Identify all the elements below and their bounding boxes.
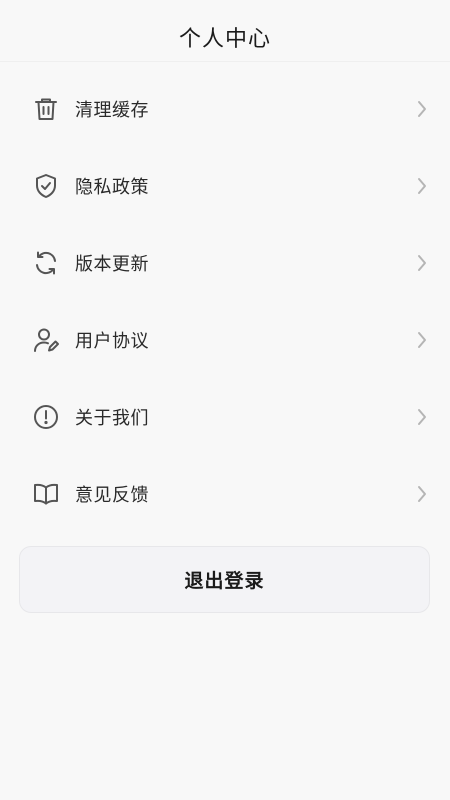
profile-page: 个人中心 清理缓存 隐私政策 版本更新 用户协议 关于我们 意见反馈 退出登录 <box>0 0 450 800</box>
chevron-right-icon <box>414 484 430 504</box>
menu-item-clear-cache[interactable]: 清理缓存 <box>0 70 450 147</box>
chevron-right-icon <box>414 99 430 119</box>
page-title: 个人中心 <box>178 26 271 52</box>
menu-item-feedback[interactable]: 意见反馈 <box>0 455 450 532</box>
menu-item-label: 清理缓存 <box>75 99 149 121</box>
user-edit-icon <box>30 324 62 356</box>
header: 个人中心 <box>0 0 450 62</box>
chevron-right-icon <box>414 253 430 273</box>
trash-icon <box>30 93 62 125</box>
settings-menu: 清理缓存 隐私政策 版本更新 用户协议 关于我们 意见反馈 <box>0 70 450 532</box>
chevron-right-icon <box>414 330 430 350</box>
chevron-right-icon <box>414 176 430 196</box>
menu-item-privacy-policy[interactable]: 隐私政策 <box>0 147 450 224</box>
menu-item-label: 意见反馈 <box>75 484 149 506</box>
chevron-right-icon <box>414 407 430 427</box>
logout-button-label: 退出登录 <box>184 570 265 592</box>
menu-item-user-agreement[interactable]: 用户协议 <box>0 301 450 378</box>
logout-button[interactable]: 退出登录 <box>19 546 430 613</box>
menu-item-label: 隐私政策 <box>75 176 149 198</box>
book-icon <box>30 478 62 510</box>
menu-item-about-us[interactable]: 关于我们 <box>0 378 450 455</box>
menu-item-label: 用户协议 <box>75 330 149 352</box>
menu-item-label: 版本更新 <box>75 253 149 275</box>
shield-check-icon <box>30 170 62 202</box>
info-icon <box>30 401 62 433</box>
menu-item-label: 关于我们 <box>75 407 149 429</box>
menu-item-version-update[interactable]: 版本更新 <box>0 224 450 301</box>
refresh-icon <box>30 247 62 279</box>
